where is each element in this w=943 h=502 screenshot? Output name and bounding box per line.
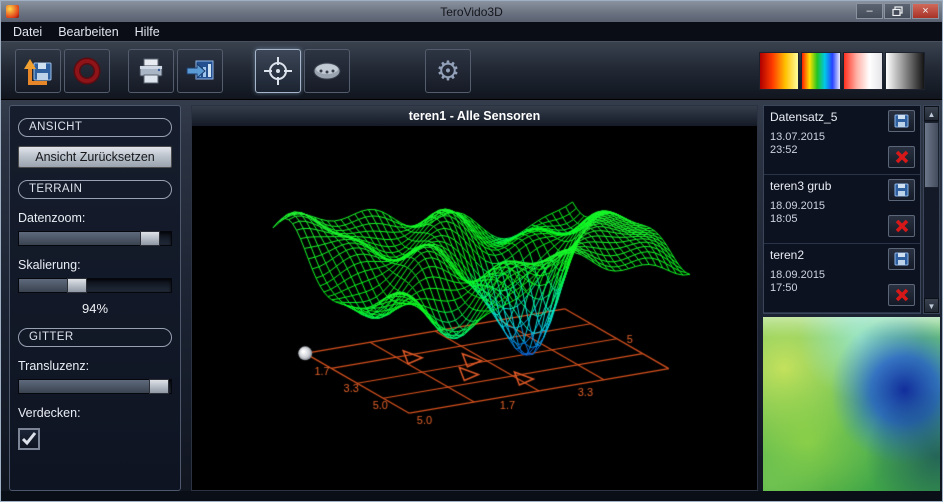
slider-thumb[interactable]: [140, 231, 160, 246]
control-panel: ANSICHT Ansicht Zurücksetzen TERRAIN Dat…: [9, 105, 181, 491]
check-icon: [21, 432, 37, 446]
open-file-icon: [22, 56, 54, 86]
slider-fill: [19, 380, 159, 393]
sensor-button[interactable]: [304, 49, 350, 93]
dataset-delete-button[interactable]: [888, 146, 915, 168]
center-view-button[interactable]: [255, 49, 301, 93]
dataset-delete-button[interactable]: [888, 284, 915, 306]
dataset-item: teren3 grub 18.09.2015 18:05: [764, 175, 920, 244]
dataset-scrollbar[interactable]: ▲ ▼: [923, 105, 940, 314]
titlebar[interactable]: TeroVido3D – ×: [1, 1, 942, 22]
status-strip: [1, 491, 942, 501]
palette-grayscale[interactable]: [885, 52, 925, 90]
datenzoom-slider[interactable]: [18, 231, 172, 246]
menu-hilfe[interactable]: Hilfe: [127, 23, 168, 41]
slider-fill: [19, 232, 150, 245]
verdecken-label: Verdecken:: [18, 406, 172, 420]
palette-fire[interactable]: [759, 52, 799, 90]
crosshair-icon: [262, 56, 294, 86]
record-button[interactable]: [64, 49, 110, 93]
transluzenz-slider[interactable]: [18, 379, 172, 394]
dataset-preview-heatmap: [763, 317, 940, 491]
floppy-icon: [894, 114, 909, 128]
sensor-icon: [310, 59, 344, 83]
settings-gear-icon: ⚙: [436, 58, 460, 85]
group-header-gitter: GITTER: [18, 328, 172, 347]
dataset-time: 18:05: [770, 213, 798, 225]
scroll-up-icon[interactable]: ▲: [924, 106, 939, 121]
dataset-item: teren2 18.09.2015 17:50: [764, 244, 920, 313]
dataset-date: 13.07.2015: [770, 131, 825, 143]
skalierung-slider[interactable]: [18, 278, 172, 293]
open-file-button[interactable]: [15, 49, 61, 93]
export-icon: [185, 58, 215, 84]
toolbar: ⚙: [1, 41, 942, 100]
export-view-button[interactable]: [177, 49, 223, 93]
minimize-button[interactable]: –: [856, 3, 883, 19]
datenzoom-label: Datenzoom:: [18, 211, 172, 225]
slider-thumb[interactable]: [67, 278, 87, 293]
record-icon: [71, 56, 103, 86]
scrollbar-thumb[interactable]: [924, 122, 939, 188]
window-title: TeroVido3D: [1, 5, 942, 19]
palette-red-white[interactable]: [843, 52, 883, 90]
delete-x-icon: [895, 219, 909, 233]
group-header-terrain: TERRAIN: [18, 180, 172, 199]
dataset-list: Datensatz_5 13.07.2015 23:52 teren3: [763, 105, 921, 314]
settings-button[interactable]: ⚙: [425, 49, 471, 93]
dataset-time: 23:52: [770, 144, 798, 156]
dataset-date: 18.09.2015: [770, 269, 825, 281]
transluzenz-label: Transluzenz:: [18, 359, 172, 373]
verdecken-checkbox[interactable]: [18, 428, 40, 450]
menu-bearbeiten[interactable]: Bearbeiten: [50, 23, 126, 41]
dataset-save-button[interactable]: [888, 179, 915, 201]
group-header-ansicht: ANSICHT: [18, 118, 172, 137]
skalierung-readout: 94%: [18, 301, 172, 316]
slider-thumb[interactable]: [149, 379, 169, 394]
viewport-title: teren1 - Alle Sensoren: [192, 106, 757, 126]
viewport: teren1 - Alle Sensoren: [191, 105, 758, 491]
print-icon: [136, 58, 166, 84]
dataset-save-button[interactable]: [888, 248, 915, 270]
app-window: TeroVido3D – × Datei Bearbeiten Hilfe: [0, 0, 943, 502]
dataset-time: 17:50: [770, 282, 798, 294]
delete-x-icon: [895, 150, 909, 164]
floppy-icon: [894, 252, 909, 266]
skalierung-label: Skalierung:: [18, 258, 172, 272]
terrain-3d-view[interactable]: [192, 126, 757, 490]
floppy-icon: [894, 183, 909, 197]
dataset-delete-button[interactable]: [888, 215, 915, 237]
restore-icon: [892, 6, 903, 16]
reset-view-button[interactable]: Ansicht Zurücksetzen: [18, 146, 172, 168]
print-button[interactable]: [128, 49, 174, 93]
close-button[interactable]: ×: [912, 3, 939, 19]
dataset-save-button[interactable]: [888, 110, 915, 132]
menu-datei[interactable]: Datei: [5, 23, 50, 41]
menubar: Datei Bearbeiten Hilfe: [1, 22, 942, 41]
dataset-date: 18.09.2015: [770, 200, 825, 212]
restore-button[interactable]: [884, 3, 911, 19]
dataset-item: Datensatz_5 13.07.2015 23:52: [764, 106, 920, 175]
delete-x-icon: [895, 288, 909, 302]
palette-spectrum[interactable]: [801, 52, 841, 90]
scroll-down-icon[interactable]: ▼: [924, 298, 939, 313]
